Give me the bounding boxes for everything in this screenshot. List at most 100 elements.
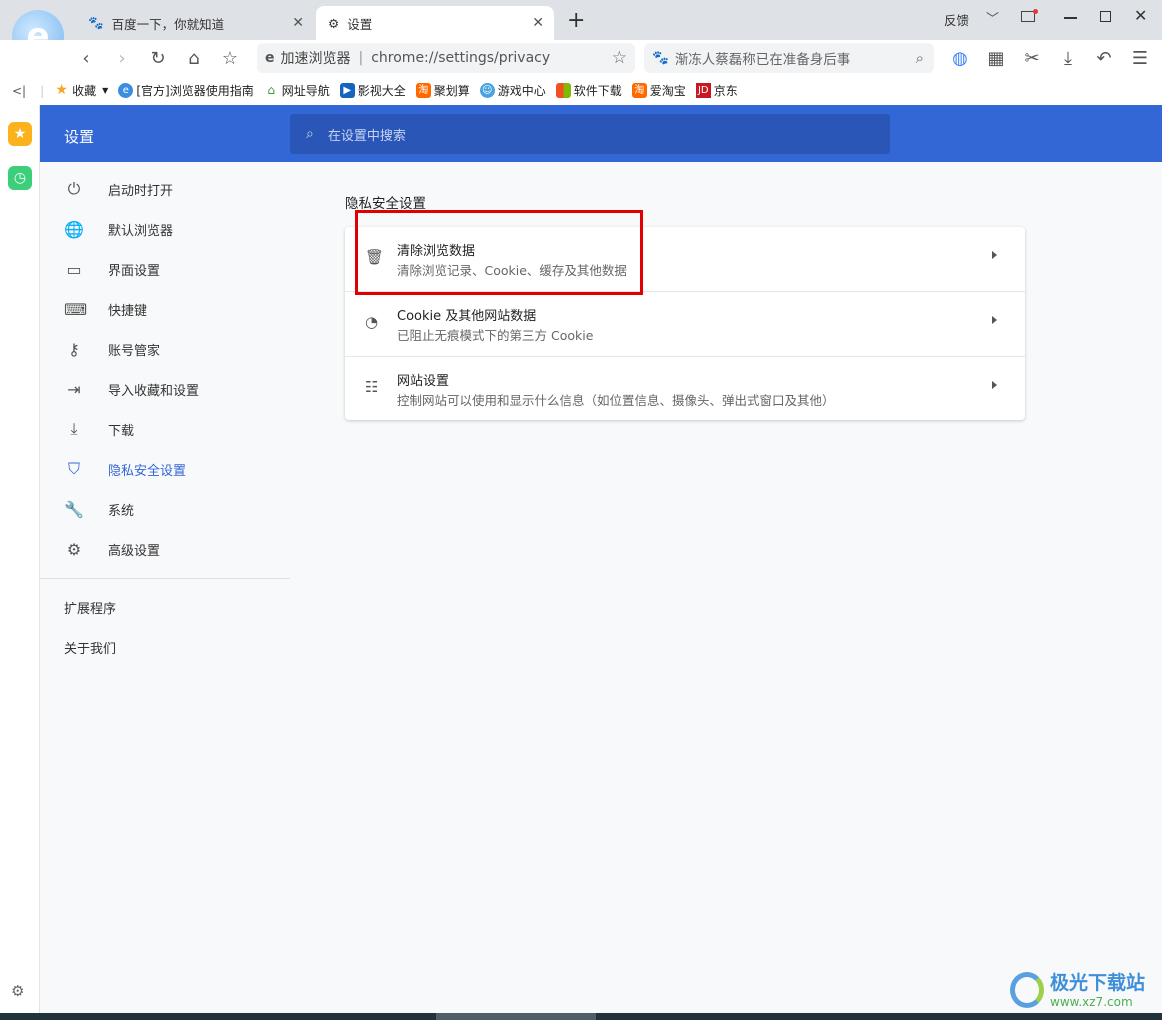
bookmark-video[interactable]: ▶ 影视大全 (339, 82, 406, 99)
baidu-paw-icon: 🐾 (652, 50, 669, 66)
address-url[interactable]: chrome://settings/privacy (371, 50, 550, 66)
apps-icon[interactable]: ▦ (984, 46, 1008, 70)
bookmark-aitaobao[interactable]: 淘爱淘宝 (631, 82, 686, 99)
settings-search-input[interactable]: ⌕ 在设置中搜索 (290, 114, 890, 154)
bookmark-games[interactable]: ☺ 游戏中心 (479, 82, 546, 99)
house-2345-icon: ⌂ (267, 83, 276, 97)
favorites-rail-icon[interactable]: ★ (8, 122, 32, 146)
bookmark-guide[interactable]: e [官方]浏览器使用指南 (118, 82, 254, 99)
tao-icon: 淘 (415, 83, 431, 98)
nav-extensions[interactable]: 扩展程序 (64, 598, 116, 617)
forward-icon[interactable]: › (110, 46, 134, 70)
undo-icon[interactable]: ↶ (1092, 46, 1116, 70)
bookmarks-bar: <| | ★ 收藏 ▼ e [官方]浏览器使用指南 ⌂ 网址导航 ▶ 影视大全 淘聚划算 … (0, 76, 1162, 105)
keyboard-icon: ⌨ (64, 299, 88, 319)
notification-dot (1033, 9, 1038, 14)
favorites-icon[interactable]: ☆ (218, 46, 242, 70)
settings-rail-icon[interactable]: ⚙ (11, 982, 24, 1000)
new-tab-button[interactable]: + (567, 8, 585, 33)
row-subtitle: 控制网站可以使用和显示什么信息（如位置信息、摄像头、弹出式窗口及其他） (397, 393, 835, 408)
download-icon[interactable]: ⤓ (1056, 46, 1080, 70)
bookmark-jd[interactable]: JD 京东 (695, 82, 738, 99)
sliders-icon: ☷ (365, 378, 379, 396)
watermark-url: www.xz7.com (1050, 995, 1133, 1009)
row-subtitle: 已阻止无痕模式下的第三方 Cookie (397, 328, 594, 343)
bookmark-label: 收藏 (72, 84, 97, 98)
menu-icon[interactable]: ☰ (1128, 46, 1152, 70)
horizontal-scrollbar-thumb[interactable] (436, 1013, 596, 1020)
search-text: 渐冻人蔡磊称已在准备身后事 (674, 52, 851, 68)
bookmark-juhuasuan[interactable]: 淘聚划算 (415, 82, 470, 99)
bookmark-label: 聚划算 (433, 84, 470, 98)
tao-icon: 淘 (631, 83, 647, 98)
close-icon[interactable]: ✕ (292, 15, 304, 31)
windows-icon (555, 83, 571, 98)
nav-item[interactable]: 🔧 系统 (40, 489, 290, 529)
power-icon: ⏻ (67, 179, 81, 198)
download-icon: ⤓ (70, 419, 78, 438)
collapse-icon[interactable]: <| (12, 84, 26, 98)
chevron-down-icon[interactable]: ﹀ (986, 8, 999, 27)
tab-baidu[interactable]: 🐾 百度一下，你就知道 ✕ (76, 6, 314, 40)
tab-settings[interactable]: ⚙ 设置 ✕ (316, 6, 554, 40)
bookmark-label: 游戏中心 (497, 84, 546, 98)
page-title: 设置 (64, 128, 95, 146)
search-icon[interactable]: ⌕ (916, 49, 924, 67)
divider: | (358, 50, 364, 66)
bookmark-software[interactable]: 软件下载 (555, 82, 622, 99)
section-title: 隐私安全设置 (345, 196, 426, 212)
key-icon: ⚷ (68, 339, 80, 359)
bookmark-favorites[interactable]: ★ 收藏 ▼ (54, 82, 108, 99)
close-window-button[interactable]: ✕ (1134, 6, 1147, 25)
nav-item[interactable]: 🌐 默认浏览器 (40, 209, 290, 249)
bookmark-label: 软件下载 (573, 84, 622, 98)
caret-down-icon: ▼ (102, 86, 109, 95)
back-icon[interactable]: ‹ (74, 46, 98, 70)
shield-icon: ⛉ (67, 459, 80, 478)
address-prefix: 加速浏览器 (280, 51, 351, 67)
nav-item[interactable]: ⤓ 下载 (40, 409, 290, 449)
search-icon: ⌕ (306, 126, 314, 142)
nav-label: 快捷键 (108, 303, 148, 319)
search-bar[interactable]: 🐾 渐冻人蔡磊称已在准备身后事 ⌕ (644, 43, 934, 73)
arrow-right-icon (992, 381, 997, 389)
watermark-logo (1010, 972, 1044, 1008)
side-rail (0, 105, 40, 1013)
close-icon[interactable]: ✕ (532, 15, 544, 31)
address-bar[interactable]: e 加速浏览器 | chrome://settings/privacy ☆ (257, 43, 635, 73)
tab-label: 设置 (347, 16, 373, 32)
star-icon: ★ (55, 82, 68, 98)
scissors-icon[interactable]: ✂ (1020, 46, 1044, 70)
wrench-icon: 🔧 (64, 499, 84, 519)
mouse-gesture-icon[interactable]: ◍ (948, 46, 972, 70)
row-cookies[interactable]: ◔ Cookie 及其他网站数据 已阻止无痕模式下的第三方 Cookie (345, 291, 1025, 356)
nav-item[interactable]: ⏻ 启动时打开 (40, 169, 290, 209)
row-site-settings[interactable]: ☷ 网站设置控制网站可以使用和显示什么信息（如位置信息、摄像头、弹出式窗口及其他） (345, 356, 1025, 421)
search-placeholder: 在设置中搜索 (327, 128, 406, 144)
nav-item[interactable]: ▭ 界面设置 (40, 249, 290, 289)
nav-label: 界面设置 (108, 263, 161, 279)
maximize-button[interactable] (1100, 11, 1111, 22)
gear-icon: ⚙ (66, 539, 82, 559)
row-title: Cookie 及其他网站数据 (397, 309, 537, 324)
nav-label: 高级设置 (108, 543, 161, 559)
bookmark-label: 影视大全 (357, 84, 406, 98)
nav-item[interactable]: ⌨ 快捷键 (40, 289, 290, 329)
feedback-button[interactable]: 反馈 (944, 10, 969, 29)
bookmark-nav[interactable]: ⌂ 网址导航 (264, 82, 329, 99)
star-icon[interactable]: ☆ (612, 48, 627, 68)
nav-item[interactable]: ⚙ 高级设置 (40, 529, 290, 569)
nav-item[interactable]: ⇥ 导入收藏和设置 (40, 369, 290, 409)
nav-label: 默认浏览器 (108, 223, 174, 239)
film-icon: ▶ (339, 83, 355, 98)
row-title: 网站设置 (397, 374, 450, 389)
reload-icon[interactable]: ↻ (146, 46, 170, 70)
jd-icon: JD (695, 83, 711, 98)
minimize-button[interactable] (1064, 17, 1077, 19)
nav-about[interactable]: 关于我们 (64, 638, 116, 657)
arrow-right-icon (992, 251, 997, 259)
home-icon[interactable]: ⌂ (182, 46, 206, 70)
nav-item[interactable]: ⛉ 隐私安全设置 (40, 449, 290, 489)
history-rail-icon[interactable]: ◷ (8, 166, 32, 190)
nav-item[interactable]: ⚷ 账号管家 (40, 329, 290, 369)
